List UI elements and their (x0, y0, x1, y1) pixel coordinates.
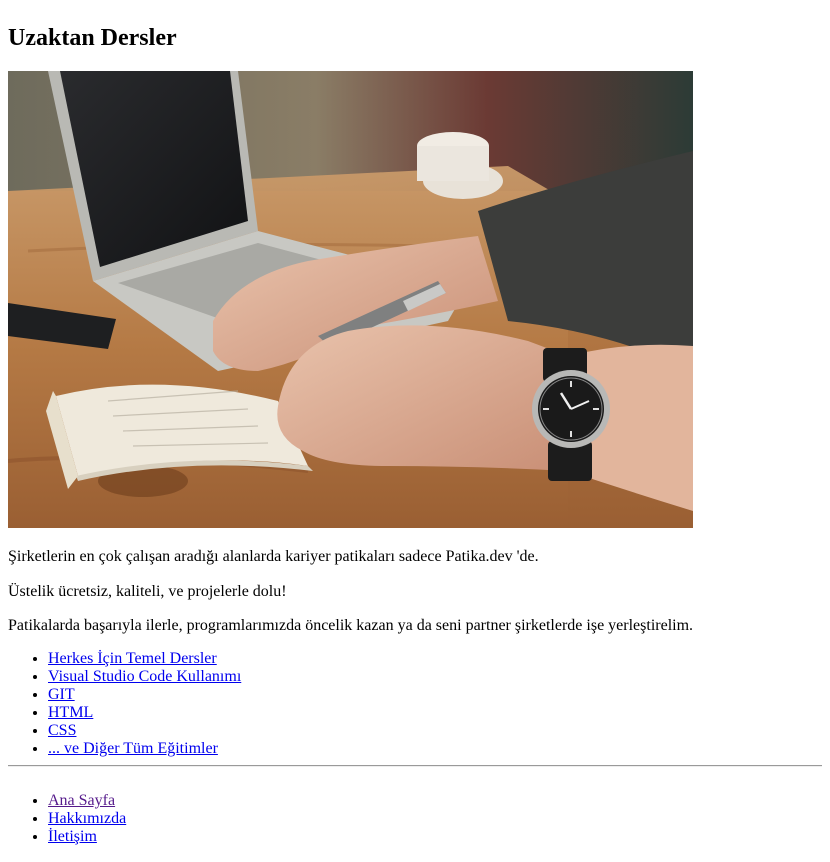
list-item: Visual Studio Code Kullanımı (48, 668, 241, 686)
page-title: Uzaktan Dersler (8, 25, 177, 51)
footer-nav: Ana Sayfa Hakkımızda İletişim (48, 792, 126, 846)
list-item: Hakkımızda (48, 810, 126, 828)
laptop-writing-photo-icon (8, 71, 693, 528)
free-quality-paragraph: Üstelik ücretsiz, kaliteli, ve projelerl… (8, 583, 287, 600)
course-link-git[interactable]: GIT (48, 686, 75, 703)
list-item: GIT (48, 686, 241, 704)
list-item: CSS (48, 722, 241, 740)
list-item: Ana Sayfa (48, 792, 126, 810)
career-paragraph: Patikalarda başarıyla ilerle, programlar… (8, 617, 694, 634)
course-link-vscode[interactable]: Visual Studio Code Kullanımı (48, 668, 241, 685)
nav-link-home[interactable]: Ana Sayfa (48, 792, 115, 809)
course-link-all[interactable]: ... ve Diğer Tüm Eğitimler (48, 740, 218, 757)
course-link-basics[interactable]: Herkes İçin Temel Dersler (48, 650, 217, 667)
intro-paragraph: Şirketlerin en çok çalışan aradığı alanl… (8, 548, 539, 565)
list-item: Herkes İçin Temel Dersler (48, 650, 241, 668)
hero-image (8, 71, 693, 528)
list-item: İletişim (48, 828, 126, 846)
divider (8, 765, 822, 767)
nav-link-contact[interactable]: İletişim (48, 828, 97, 845)
nav-link-about[interactable]: Hakkımızda (48, 810, 126, 827)
course-link-html[interactable]: HTML (48, 704, 93, 721)
course-link-css[interactable]: CSS (48, 722, 76, 739)
list-item: ... ve Diğer Tüm Eğitimler (48, 740, 241, 758)
list-item: HTML (48, 704, 241, 722)
course-list: Herkes İçin Temel Dersler Visual Studio … (48, 650, 241, 758)
